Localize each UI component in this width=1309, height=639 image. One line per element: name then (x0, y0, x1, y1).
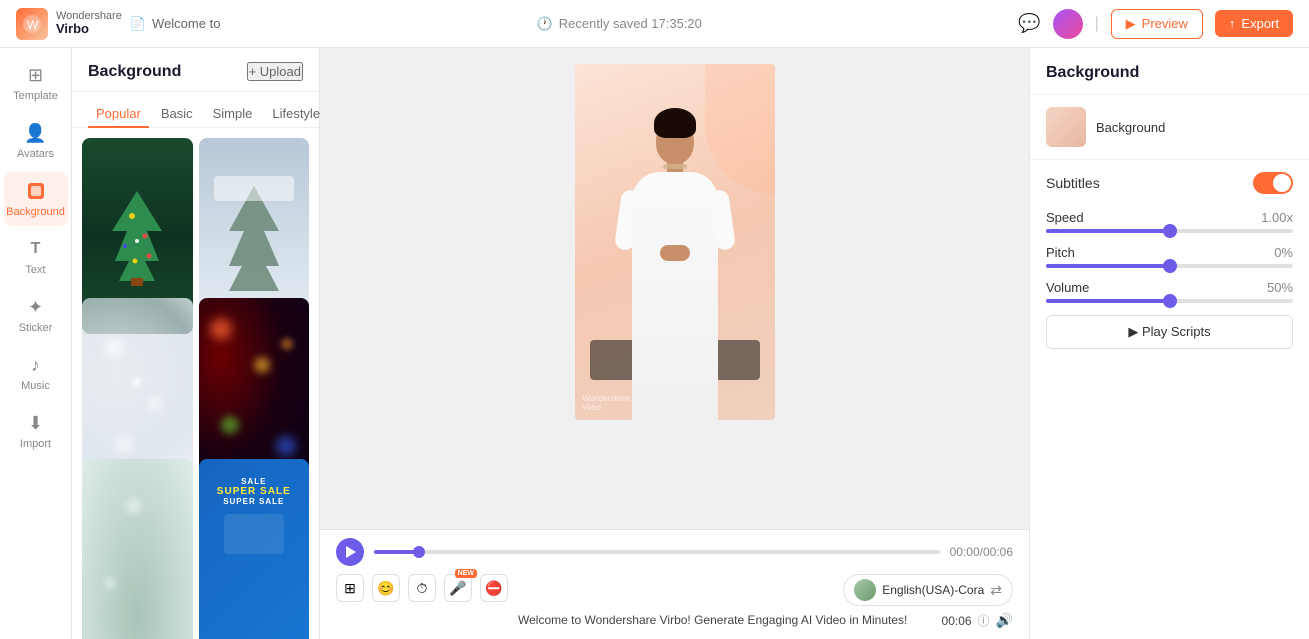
topbar-center: 🕐 Recently saved 17:35:20 (232, 16, 1006, 32)
play-button[interactable] (336, 538, 364, 566)
sticker-icon: ✦ (25, 296, 47, 318)
text-icon: T (25, 238, 47, 260)
svg-text:W: W (27, 18, 39, 32)
voice-name: English(USA)-Cora (882, 583, 984, 597)
panel-tabs: Popular Basic Simple Lifestyle › (72, 92, 319, 128)
volume-value: 50% (1267, 280, 1293, 295)
bg-thumb-light-green[interactable] (82, 459, 193, 639)
main-layout: ⊞ Template 👤 Avatars Background T Text ✦… (0, 48, 1309, 639)
user-avatar[interactable] (1053, 9, 1083, 39)
canvas-wrapper: Welcome to Wondershare Virbo! Wondershar… (575, 64, 775, 420)
panel-header: Background + Upload (72, 48, 319, 92)
mic-tool-icon[interactable]: 🎤 NEW (444, 574, 472, 602)
emoji-tool-icon[interactable]: 😊 (372, 574, 400, 602)
import-icon: ⬇ (25, 412, 47, 434)
bg-preview-row: Background (1030, 95, 1309, 160)
toggle-thumb (1273, 174, 1291, 192)
volume-fill (1046, 299, 1170, 303)
progress-thumb (413, 546, 425, 558)
topbar: W Wondershare Virbo 📄 Welcome to 🕐 Recen… (0, 0, 1309, 48)
script-tools: ⊞ 😊 ⏱ 🎤 NEW ⛔ (336, 574, 508, 602)
canvas-video: Welcome to Wondershare Virbo! Wondershar… (575, 64, 775, 420)
volume-slider[interactable] (1046, 299, 1293, 303)
sidebar-item-import[interactable]: ⬇ Import (4, 404, 68, 458)
background-panel: Background + Upload Popular Basic Simple… (72, 48, 320, 639)
volume-thumb (1163, 294, 1177, 308)
pitch-slider[interactable] (1046, 264, 1293, 268)
subtitles-row: Subtitles (1030, 160, 1309, 206)
avatar-figure (610, 100, 740, 420)
tab-lifestyle[interactable]: Lifestyle (264, 100, 328, 127)
play-triangle-icon (346, 546, 356, 558)
topbar-right: 💬 | ▶ Preview ↑ Export (1018, 9, 1293, 39)
tab-simple[interactable]: Simple (205, 100, 261, 127)
bg-thumb-sale[interactable]: SALE SUPER SALE SUPER SALE (199, 459, 310, 639)
volume-icon[interactable]: 🔊 (996, 612, 1013, 629)
background-grid: SALE SUPER SALE SUPER SALE (72, 128, 319, 639)
speed-value: 1.00x (1261, 210, 1293, 225)
playback-bar: 00:00/00:06 (336, 530, 1013, 570)
icon-sidebar: ⊞ Template 👤 Avatars Background T Text ✦… (0, 48, 72, 639)
preview-button[interactable]: ▶ Preview (1111, 9, 1203, 39)
pitch-row: Pitch 0% (1046, 245, 1293, 268)
upload-button[interactable]: + Upload (247, 62, 303, 81)
topbar-document-title: 📄 Welcome to (130, 16, 221, 32)
voice-selector[interactable]: English(USA)-Cora ⇄ (843, 574, 1013, 606)
speed-label: Speed (1046, 210, 1084, 225)
right-panel-title: Background (1046, 64, 1139, 81)
logo-text: Wondershare Virbo (56, 10, 122, 36)
music-icon: ♪ (25, 354, 47, 376)
voice-settings: Speed 1.00x Pitch 0% (1030, 210, 1309, 303)
tab-popular[interactable]: Popular (88, 100, 149, 127)
bg-preview-thumbnail (1046, 107, 1086, 147)
time-display: 00:00/00:06 (950, 545, 1013, 559)
volume-label: Volume (1046, 280, 1089, 295)
right-panel-header: Background (1030, 48, 1309, 95)
sidebar-item-background[interactable]: Background (4, 172, 68, 226)
subtitles-toggle[interactable] (1253, 172, 1293, 194)
expand-tool-icon[interactable]: ⊞ (336, 574, 364, 602)
speed-row: Speed 1.00x (1046, 210, 1293, 233)
sidebar-item-text[interactable]: T Text (4, 230, 68, 284)
center-area: Welcome to Wondershare Virbo! Wondershar… (320, 48, 1029, 639)
canvas-area: Welcome to Wondershare Virbo! Wondershar… (320, 48, 1029, 529)
pitch-label: Pitch (1046, 245, 1075, 260)
speed-thumb (1163, 224, 1177, 238)
switch-voice-icon[interactable]: ⇄ (990, 582, 1002, 599)
sidebar-item-avatars[interactable]: 👤 Avatars (4, 114, 68, 168)
export-button[interactable]: ↑ Export (1215, 10, 1293, 37)
subtitles-label: Subtitles (1046, 175, 1100, 191)
sidebar-item-template[interactable]: ⊞ Template (4, 56, 68, 110)
duration-badge: 00:06 (942, 614, 972, 628)
pitch-fill (1046, 264, 1170, 268)
notifications-icon[interactable]: 💬 (1018, 13, 1040, 34)
speed-slider[interactable] (1046, 229, 1293, 233)
topbar-left: W Wondershare Virbo 📄 Welcome to (16, 8, 220, 40)
right-panel: Background Background Subtitles Speed 1.… (1029, 48, 1309, 639)
progress-track[interactable] (374, 550, 940, 554)
info-icon[interactable]: ⓘ (978, 612, 990, 629)
tab-basic[interactable]: Basic (153, 100, 201, 127)
template-icon: ⊞ (25, 64, 47, 86)
logo-icon: W (16, 8, 48, 40)
timer-tool-icon[interactable]: ⏱ (408, 574, 436, 602)
saved-status: 🕐 Recently saved 17:35:20 (537, 16, 702, 32)
timeline: 00:00/00:06 ⊞ 😊 ⏱ 🎤 NEW ⛔ (320, 529, 1029, 639)
sidebar-item-music[interactable]: ♪ Music (4, 346, 68, 400)
avatars-icon: 👤 (25, 122, 47, 144)
sidebar-item-sticker[interactable]: ✦ Sticker (4, 288, 68, 342)
volume-row: Volume 50% (1046, 280, 1293, 303)
voice-avatar (854, 579, 876, 601)
pitch-thumb (1163, 259, 1177, 273)
play-scripts-button[interactable]: ▶ Play Scripts (1046, 315, 1293, 349)
bg-preview-label: Background (1096, 120, 1165, 135)
pitch-value: 0% (1274, 245, 1293, 260)
script-row: ⊞ 😊 ⏱ 🎤 NEW ⛔ English(USA)-Cora ⇄ (336, 570, 1013, 633)
background-icon (25, 180, 47, 202)
speed-fill (1046, 229, 1170, 233)
audio-tool-icon[interactable]: ⛔ (480, 574, 508, 602)
script-text: Welcome to Wondershare Virbo! Generate E… (518, 612, 936, 629)
